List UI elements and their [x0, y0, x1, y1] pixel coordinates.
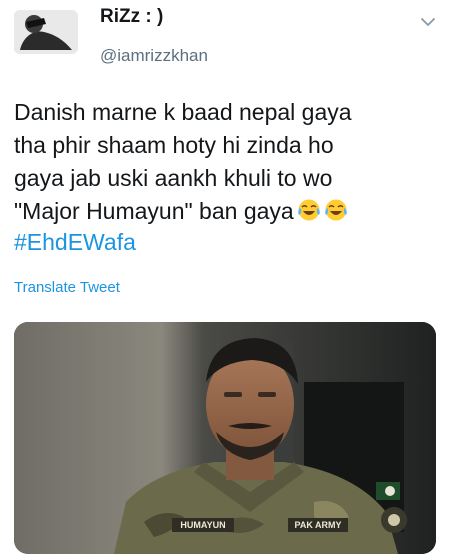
- user-handle[interactable]: @iamrizzkhan: [100, 46, 208, 66]
- user-avatar[interactable]: [14, 10, 78, 54]
- user-display-name[interactable]: RiZz : ): [100, 6, 163, 28]
- media-photo: HUMAYUN PAK ARMY: [14, 322, 436, 554]
- translate-tweet-link[interactable]: Translate Tweet: [14, 279, 120, 296]
- chevron-down-icon[interactable]: [420, 16, 436, 28]
- avatar-photo-icon: [14, 10, 78, 54]
- army-patch-text: PAK ARMY: [295, 520, 342, 530]
- face-with-tears-of-joy-icon: [297, 199, 320, 221]
- name-patch-text: HUMAYUN: [180, 520, 225, 530]
- hashtag-link[interactable]: #EhdEWafa: [14, 226, 136, 259]
- tweet-media-image[interactable]: HUMAYUN PAK ARMY: [14, 322, 436, 554]
- face-with-tears-of-joy-icon: [324, 199, 347, 221]
- tweet-card: RiZz : ) @iamrizzkhan Danish marne k baa…: [0, 0, 450, 560]
- tweet-body: Danish marne k baad nepal gaya tha phir …: [14, 96, 444, 228]
